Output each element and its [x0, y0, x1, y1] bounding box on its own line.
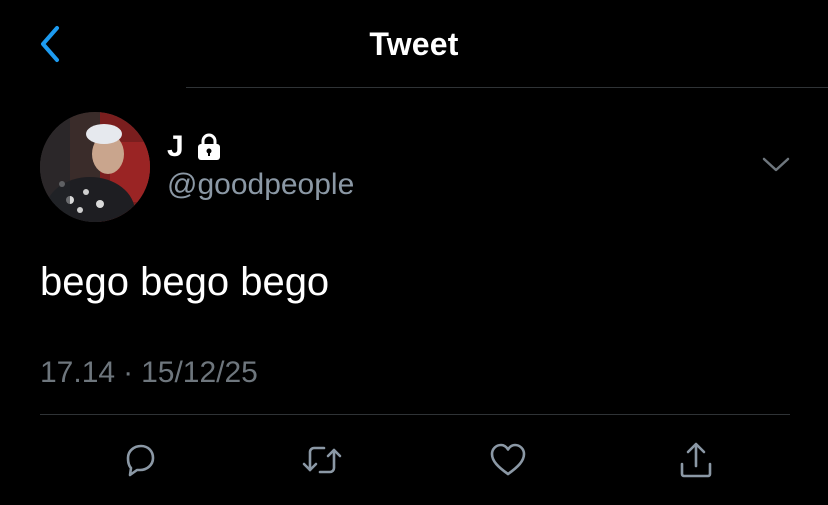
tweet-detail-screen: Tweet J @goodpeople bego bego bego 17.14…	[0, 0, 828, 505]
more-options-button[interactable]	[758, 150, 794, 180]
share-icon	[680, 442, 712, 478]
like-button[interactable]	[484, 436, 532, 484]
header-divider	[186, 87, 828, 88]
tweet-timestamp[interactable]: 17.14 · 15/12/25	[40, 356, 258, 390]
display-name-text: J	[167, 130, 184, 163]
lock-icon	[194, 132, 224, 162]
avatar[interactable]	[40, 112, 150, 222]
reply-button[interactable]	[116, 436, 164, 484]
retweet-button[interactable]	[298, 436, 346, 484]
timestamp-separator: ·	[123, 356, 134, 389]
page-title: Tweet	[369, 26, 459, 62]
share-button[interactable]	[672, 436, 720, 484]
tweet-time: 17.14	[40, 356, 116, 389]
tweet-date: 15/12/25	[141, 356, 258, 389]
chevron-down-icon	[762, 157, 790, 172]
display-name[interactable]: J	[167, 130, 224, 164]
retweet-icon	[302, 446, 342, 474]
actions-divider	[40, 414, 790, 415]
tweet-text: bego bego bego	[40, 260, 330, 304]
reply-icon	[126, 444, 155, 477]
user-handle[interactable]: @goodpeople	[167, 168, 354, 202]
heart-icon	[490, 443, 526, 476]
header-bar: Tweet	[0, 0, 828, 88]
action-bar	[0, 436, 828, 486]
